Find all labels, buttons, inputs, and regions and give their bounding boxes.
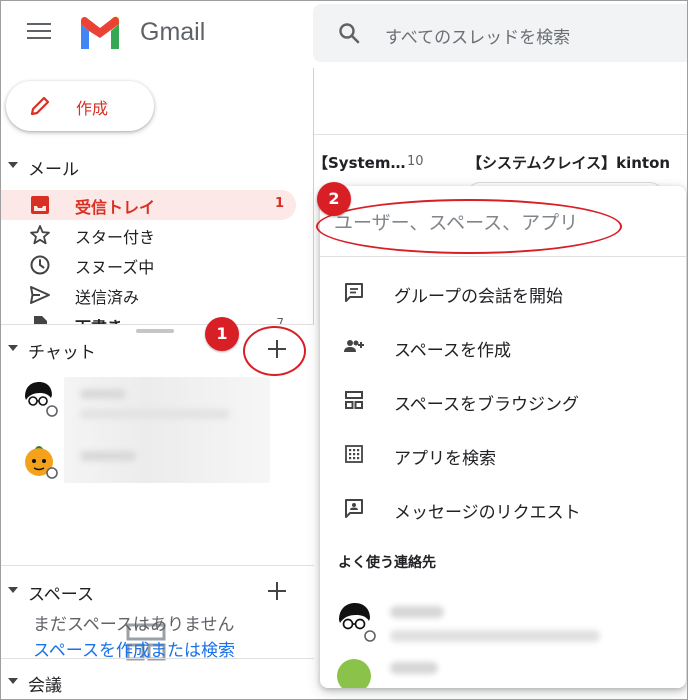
menu-item-create-space[interactable]: スペースを作成	[320, 322, 686, 370]
gmail-logo[interactable]	[78, 16, 122, 50]
menu-item-start-group-chat[interactable]: グループの会話を開始	[320, 268, 686, 316]
draft-icon	[34, 316, 47, 324]
collapse-caret-icon[interactable]	[8, 587, 18, 593]
new-space-plus-icon[interactable]	[266, 580, 288, 602]
menu-item-label: スペースをブラウジング	[394, 395, 579, 415]
mail-section-title: メール	[28, 160, 79, 180]
spaces-empty-message: まだスペースはありません	[33, 615, 235, 635]
meet-section-header[interactable]: 会議	[0, 670, 314, 696]
highlight-ellipse-plus	[243, 326, 306, 376]
sidebar-item-drafts[interactable]: 下書き 7	[0, 310, 296, 324]
search-bar[interactable]: すべてのスレッドを検索	[313, 4, 688, 62]
menu-item-label: メッセージのリクエスト	[394, 503, 581, 523]
left-navigation: 作成 メール 受信トレイ 1 スター付き スヌーズ中 送信済み 下書き 7 チャ…	[0, 68, 314, 700]
group-add-icon	[344, 340, 364, 352]
menu-item-label: アプリを検索	[394, 449, 496, 469]
sidebar-item-label: 下書き	[75, 314, 123, 324]
clock-icon	[30, 255, 50, 275]
frequent-contacts-heading: よく使う連絡先	[338, 555, 436, 571]
sidebar-item-label: 送信済み	[75, 288, 140, 307]
sidebar-item-label: 受信トレイ	[75, 198, 156, 217]
top-bar: Gmail すべてのスレッドを検索	[0, 0, 688, 68]
main-menu-icon[interactable]	[27, 23, 51, 41]
mail-sender[interactable]: 【System…	[313, 152, 405, 173]
search-input[interactable]: すべてのスレッドを検索	[385, 23, 570, 48]
sidebar-item-label: スヌーズ中	[75, 258, 155, 277]
popup-divider	[320, 256, 686, 257]
draft-count: 7	[276, 316, 284, 324]
send-icon	[30, 286, 50, 304]
compose-button[interactable]: 作成	[6, 81, 154, 131]
menu-item-label: グループの会話を開始	[394, 287, 563, 307]
app-name: Gmail	[140, 18, 206, 46]
spaces-section-title: スペース	[28, 585, 94, 605]
step-badge-1: 1	[205, 317, 239, 351]
mail-section-header[interactable]: メール	[0, 154, 314, 180]
panel-resize-handle[interactable]	[136, 329, 174, 333]
sidebar-item-label: スター付き	[75, 228, 156, 247]
menu-item-browse-spaces[interactable]: スペースをブラウジング	[320, 376, 686, 424]
collapse-caret-icon[interactable]	[8, 678, 18, 684]
step-badge-2: 2	[317, 182, 351, 216]
unread-count: 1	[274, 196, 284, 211]
avatar[interactable]	[336, 602, 376, 642]
apps-grid-icon	[345, 445, 363, 463]
sidebar-item-snoozed[interactable]: スヌーズ中	[0, 250, 296, 280]
menu-item-label: スペースを作成	[394, 341, 511, 361]
compose-label: 作成	[76, 99, 109, 118]
spaces-section-header[interactable]: スペース	[0, 579, 314, 605]
section-divider	[0, 658, 314, 659]
avatar[interactable]	[22, 443, 58, 479]
section-divider	[0, 565, 314, 566]
mail-subject[interactable]: 【システムクレイス】kinton	[467, 152, 670, 173]
avatar[interactable]	[336, 656, 376, 688]
blurred-contact-name	[390, 606, 444, 618]
blurred-contact-email	[390, 630, 600, 642]
collapse-caret-icon[interactable]	[8, 162, 18, 168]
toolbar-divider	[313, 134, 688, 135]
mail-thread-count: 10	[407, 154, 424, 169]
inbox-icon	[31, 196, 49, 214]
blurred-contact-name	[390, 662, 438, 674]
sidebar-item-starred[interactable]: スター付き	[0, 220, 296, 250]
sidebar-item-sent[interactable]: 送信済み	[0, 280, 296, 310]
meet-section-title: 会議	[28, 676, 62, 696]
avatar[interactable]	[22, 381, 58, 417]
blurred-contact-names	[64, 377, 270, 483]
pencil-icon	[30, 96, 50, 116]
highlight-ellipse-search	[316, 199, 622, 254]
chat-bubble-icon	[345, 283, 363, 302]
message-request-icon	[345, 499, 363, 518]
collapse-caret-icon[interactable]	[8, 345, 18, 351]
sidebar-item-inbox[interactable]: 受信トレイ 1	[0, 190, 296, 220]
menu-item-find-apps[interactable]: アプリを検索	[320, 430, 686, 478]
new-chat-dropdown: ユーザー、スペース、アプリ グループの会話を開始 スペースを作成 スペースをブラ…	[320, 186, 686, 688]
star-icon	[30, 225, 50, 245]
menu-item-message-requests[interactable]: メッセージのリクエスト	[320, 484, 686, 532]
search-icon[interactable]	[337, 21, 361, 45]
browse-spaces-icon	[345, 391, 363, 409]
chat-section-title: チャット	[28, 343, 96, 363]
